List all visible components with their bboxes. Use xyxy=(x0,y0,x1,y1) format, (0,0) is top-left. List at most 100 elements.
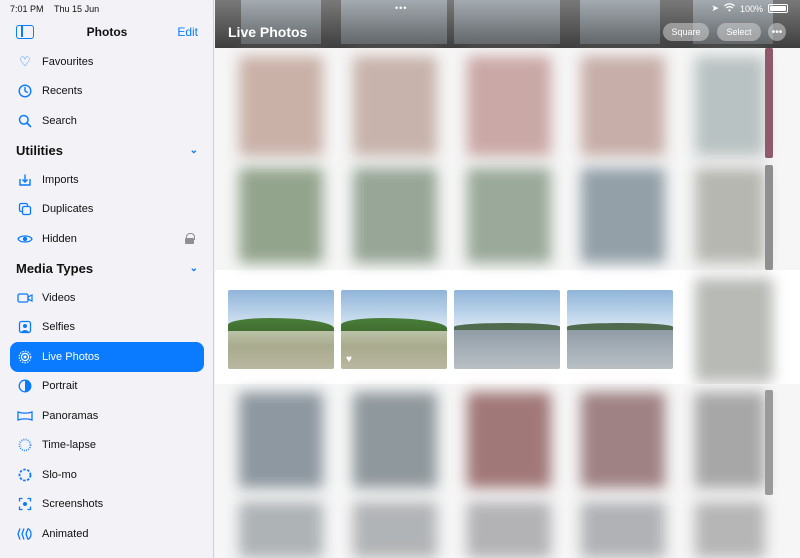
sidebar-item-label: Live Photos xyxy=(42,350,100,363)
page-title: Live Photos xyxy=(228,24,308,40)
photo-thumbnail[interactable] xyxy=(353,168,437,263)
clock-icon xyxy=(16,82,34,100)
sidebar-item-time-lapse[interactable]: Time-lapse xyxy=(0,431,213,461)
status-bar-right: ➤ 100% xyxy=(711,3,788,14)
timelapse-icon xyxy=(16,436,34,454)
sidebar-item-label: Screenshots xyxy=(42,498,104,511)
section-title: Utilities xyxy=(16,142,63,158)
live-photo-thumbnail[interactable]: ♥ xyxy=(341,290,447,369)
battery-icon xyxy=(768,4,788,13)
photo-grid-area: ♥ ••• ➤ 100% Live Photos Square Select •… xyxy=(215,0,800,558)
sidebar-item-live-photos[interactable]: Live Photos xyxy=(10,342,204,372)
duplicates-icon xyxy=(16,200,34,218)
photo-thumbnail[interactable] xyxy=(467,502,551,558)
live-photo-thumbnail[interactable] xyxy=(567,290,673,369)
status-time: 7:01 PM xyxy=(10,4,44,14)
chevron-down-icon[interactable]: ⌄ xyxy=(190,145,198,156)
panorama-icon xyxy=(16,407,34,425)
sidebar-item-animated[interactable]: Animated xyxy=(0,519,213,549)
photo-thumbnail[interactable] xyxy=(765,48,773,158)
favourite-heart-icon: ♥ xyxy=(346,354,352,365)
edit-button[interactable]: Edit xyxy=(177,25,198,39)
animated-icon xyxy=(16,525,34,543)
sidebar-item-label: Time-lapse xyxy=(42,439,96,452)
live-photo-icon xyxy=(16,348,34,366)
photo-thumbnail[interactable] xyxy=(581,56,665,156)
live-photo-thumbnail[interactable] xyxy=(228,290,334,369)
square-button[interactable]: Square xyxy=(663,23,709,41)
sidebar-header: Photos Edit xyxy=(0,22,213,44)
photo-thumbnail[interactable] xyxy=(695,392,765,488)
photo-thumbnail[interactable] xyxy=(695,502,765,558)
photo-thumbnail[interactable] xyxy=(239,502,323,558)
photo-thumbnail[interactable] xyxy=(353,502,437,558)
sidebar-item-label: Panoramas xyxy=(42,409,99,422)
wifi-icon xyxy=(724,3,735,14)
photo-thumbnail[interactable] xyxy=(467,56,551,156)
photo-thumbnail[interactable] xyxy=(581,502,665,558)
multitasking-dots-icon[interactable]: ••• xyxy=(395,3,407,13)
sidebar-item-imports[interactable]: Imports xyxy=(0,165,213,195)
photo-thumbnail[interactable] xyxy=(695,56,765,156)
battery-percent: 100% xyxy=(739,3,763,14)
video-icon xyxy=(16,289,34,307)
photo-thumbnail[interactable] xyxy=(581,168,665,263)
more-options-button[interactable]: ••• xyxy=(768,23,786,41)
sidebar-item-label: Portrait xyxy=(42,380,78,393)
sidebar-item-label: Selfies xyxy=(42,321,76,334)
photo-thumbnail[interactable] xyxy=(695,168,765,263)
sidebar-item-selfies[interactable]: Selfies xyxy=(0,313,213,343)
sidebar-item-label: Videos xyxy=(42,291,76,304)
sidebar-item-label: Slo-mo xyxy=(42,468,77,481)
heart-icon: ♡ xyxy=(19,53,31,69)
live-photo-thumbnail[interactable] xyxy=(454,290,560,369)
sidebar-item-search[interactable]: Search xyxy=(0,106,213,136)
sidebar-item-label: Recents xyxy=(42,85,83,98)
import-icon xyxy=(16,171,34,189)
sidebar-item-label: Animated xyxy=(42,527,89,540)
status-bar-left: 7:01 PM Thu 15 Jun xyxy=(10,4,99,14)
sidebar-item-label: Imports xyxy=(42,173,79,186)
photo-thumbnail[interactable] xyxy=(454,0,560,44)
photo-thumbnail[interactable] xyxy=(581,392,665,488)
location-icon: ➤ xyxy=(711,3,719,13)
sidebar-item-duplicates[interactable]: Duplicates xyxy=(0,195,213,225)
sidebar-item-videos[interactable]: Videos xyxy=(0,283,213,313)
sidebar-item-label: Duplicates xyxy=(42,203,94,216)
photo-thumbnail[interactable] xyxy=(765,390,773,495)
screenshot-icon xyxy=(16,495,34,513)
select-button[interactable]: Select xyxy=(717,23,761,41)
blurred-photo-band xyxy=(215,48,800,270)
sidebar-item-recents[interactable]: Recents xyxy=(0,77,213,107)
sidebar-item-label: Hidden xyxy=(42,232,77,245)
sidebar-item-screenshots[interactable]: Screenshots xyxy=(0,490,213,520)
sidebar-item-panoramas[interactable]: Panoramas xyxy=(0,401,213,431)
photo-thumbnail[interactable] xyxy=(239,392,323,488)
photo-thumbnail[interactable] xyxy=(580,0,660,44)
photo-thumbnail[interactable] xyxy=(239,168,323,263)
sidebar-item-portrait[interactable]: Portrait xyxy=(0,372,213,402)
status-date: Thu 15 Jun xyxy=(54,4,100,14)
sidebar-item-slo-mo[interactable]: Slo-mo xyxy=(0,460,213,490)
chevron-down-icon[interactable]: ⌄ xyxy=(190,263,198,274)
photo-thumbnail[interactable] xyxy=(341,0,447,44)
portrait-icon xyxy=(16,377,34,395)
section-utilities[interactable]: Utilities ⌄ xyxy=(0,136,213,166)
photo-thumbnail[interactable] xyxy=(353,56,437,156)
photo-thumbnail[interactable] xyxy=(239,56,323,156)
section-media-types[interactable]: Media Types ⌄ xyxy=(0,254,213,284)
sidebar: 7:01 PM Thu 15 Jun Photos Edit ♡ Favouri… xyxy=(0,0,214,558)
photo-thumbnail[interactable] xyxy=(467,168,551,263)
blurred-photo-band xyxy=(215,384,800,558)
photo-thumbnail[interactable] xyxy=(467,392,551,488)
sidebar-item-favourites[interactable]: ♡ Favourites xyxy=(0,47,213,77)
search-icon xyxy=(16,112,34,130)
eye-icon xyxy=(16,230,34,248)
sidebar-item-hidden[interactable]: Hidden xyxy=(0,224,213,254)
sidebar-list: ♡ Favourites Recents Search Utilities ⌄ … xyxy=(0,47,213,549)
photo-thumbnail[interactable] xyxy=(765,165,773,270)
sidebar-item-label: Search xyxy=(42,114,77,127)
slomo-icon xyxy=(16,466,34,484)
photo-thumbnail[interactable] xyxy=(695,278,773,382)
photo-thumbnail[interactable] xyxy=(353,392,437,488)
